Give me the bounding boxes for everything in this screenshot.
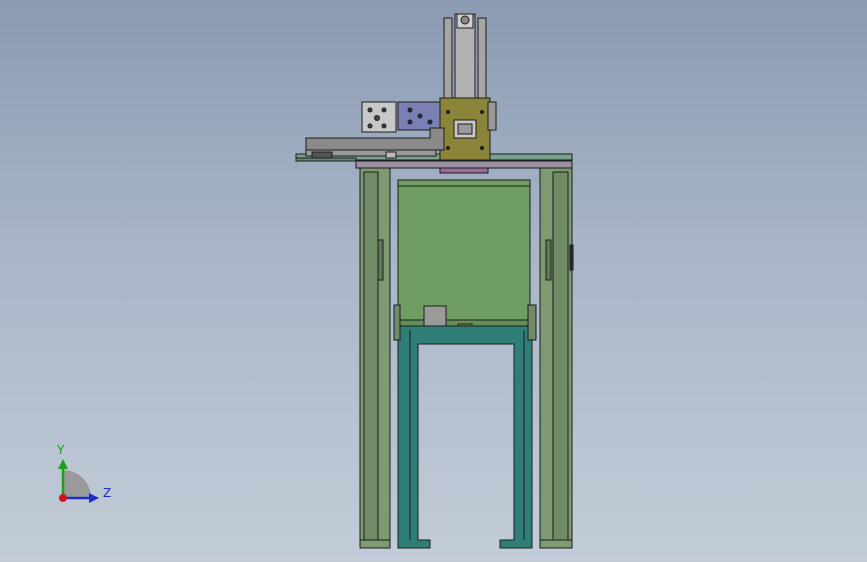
y-axis-arrowhead (58, 459, 68, 469)
y-axis-label: Y (57, 443, 65, 457)
coordinate-triad (58, 459, 99, 503)
cad-viewport[interactable]: Y Z (0, 0, 867, 562)
z-axis-arrowhead (89, 493, 99, 503)
triad-quadrant (63, 470, 91, 498)
z-axis-label: Z (103, 486, 112, 500)
x-axis-dot (59, 494, 67, 502)
